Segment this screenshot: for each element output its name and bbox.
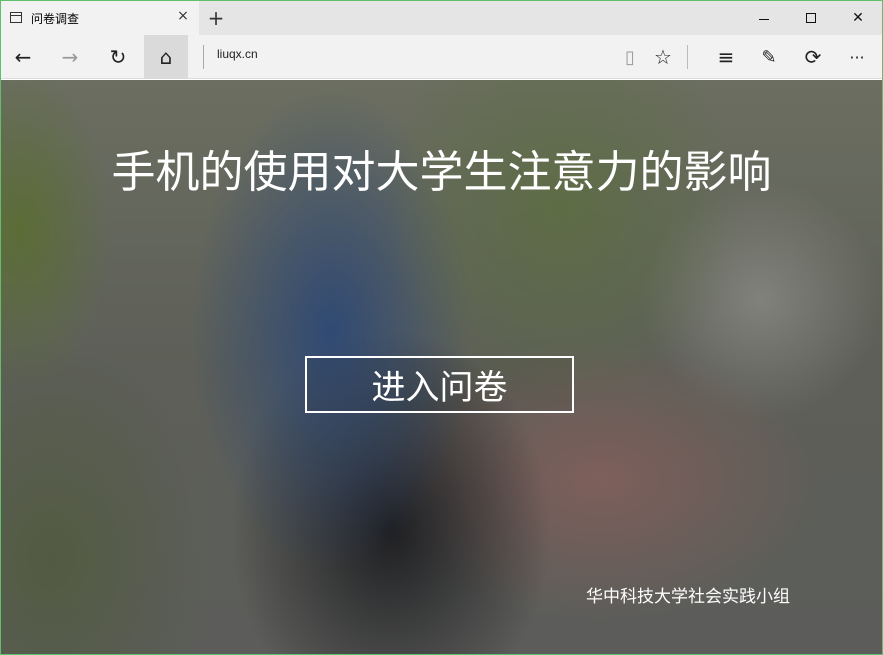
browser-toolbar: ← → ↻ ⌂ liuqx.cn ▯ ☆ ≡ ✎ ⟳ ··· bbox=[1, 35, 882, 79]
address-divider bbox=[203, 45, 204, 69]
pen-icon: ✎ bbox=[761, 46, 777, 68]
tab-title: 问卷调查 bbox=[31, 12, 80, 26]
back-button[interactable]: ← bbox=[1, 35, 45, 79]
hub-button[interactable]: ≡ bbox=[704, 35, 748, 79]
home-button[interactable]: ⌂ bbox=[144, 35, 188, 79]
star-icon: ☆ bbox=[654, 45, 672, 69]
new-tab-button[interactable]: + bbox=[204, 6, 228, 30]
tab-close-icon[interactable]: × bbox=[174, 8, 192, 24]
minimize-button[interactable] bbox=[741, 1, 787, 35]
share-button[interactable]: ⟳ bbox=[791, 35, 835, 79]
share-icon: ⟳ bbox=[804, 45, 822, 69]
credit-text: 华中科技大学社会实践小组 bbox=[586, 587, 790, 607]
minimize-icon bbox=[759, 18, 769, 20]
page-icon bbox=[10, 12, 22, 23]
forward-button[interactable]: → bbox=[48, 35, 92, 79]
refresh-icon: ↻ bbox=[109, 45, 127, 69]
forward-arrow-icon: → bbox=[61, 45, 79, 69]
page-title: 手机的使用对大学生注意力的影响 bbox=[111, 147, 772, 198]
refresh-button[interactable]: ↻ bbox=[96, 35, 140, 79]
title-bar: 问卷调查 × + ✕ bbox=[1, 1, 882, 35]
window-close-button[interactable]: ✕ bbox=[835, 1, 881, 35]
browser-tab[interactable]: 问卷调查 × bbox=[1, 1, 199, 35]
maximize-button[interactable] bbox=[788, 1, 834, 35]
home-icon: ⌂ bbox=[159, 45, 173, 69]
back-arrow-icon: ← bbox=[14, 45, 32, 69]
favorite-button[interactable]: ☆ bbox=[641, 35, 685, 79]
web-note-button[interactable]: ✎ bbox=[747, 35, 791, 79]
page-content: 手机的使用对大学生注意力的影响 进入问卷 华中科技大学社会实践小组 bbox=[1, 80, 882, 654]
hub-icon: ≡ bbox=[717, 45, 735, 69]
maximize-icon bbox=[806, 13, 816, 23]
toolbar-divider bbox=[687, 45, 688, 69]
address-bar[interactable]: liuqx.cn bbox=[217, 47, 258, 61]
book-icon: ▯ bbox=[625, 46, 635, 68]
more-icon: ··· bbox=[849, 47, 865, 67]
enter-survey-button[interactable]: 进入问卷 bbox=[305, 356, 574, 413]
more-button[interactable]: ··· bbox=[835, 35, 879, 79]
browser-window: 问卷调查 × + ✕ ← → ↻ ⌂ liuqx.cn ▯ ☆ ≡ ✎ ⟳ ··… bbox=[0, 0, 883, 655]
